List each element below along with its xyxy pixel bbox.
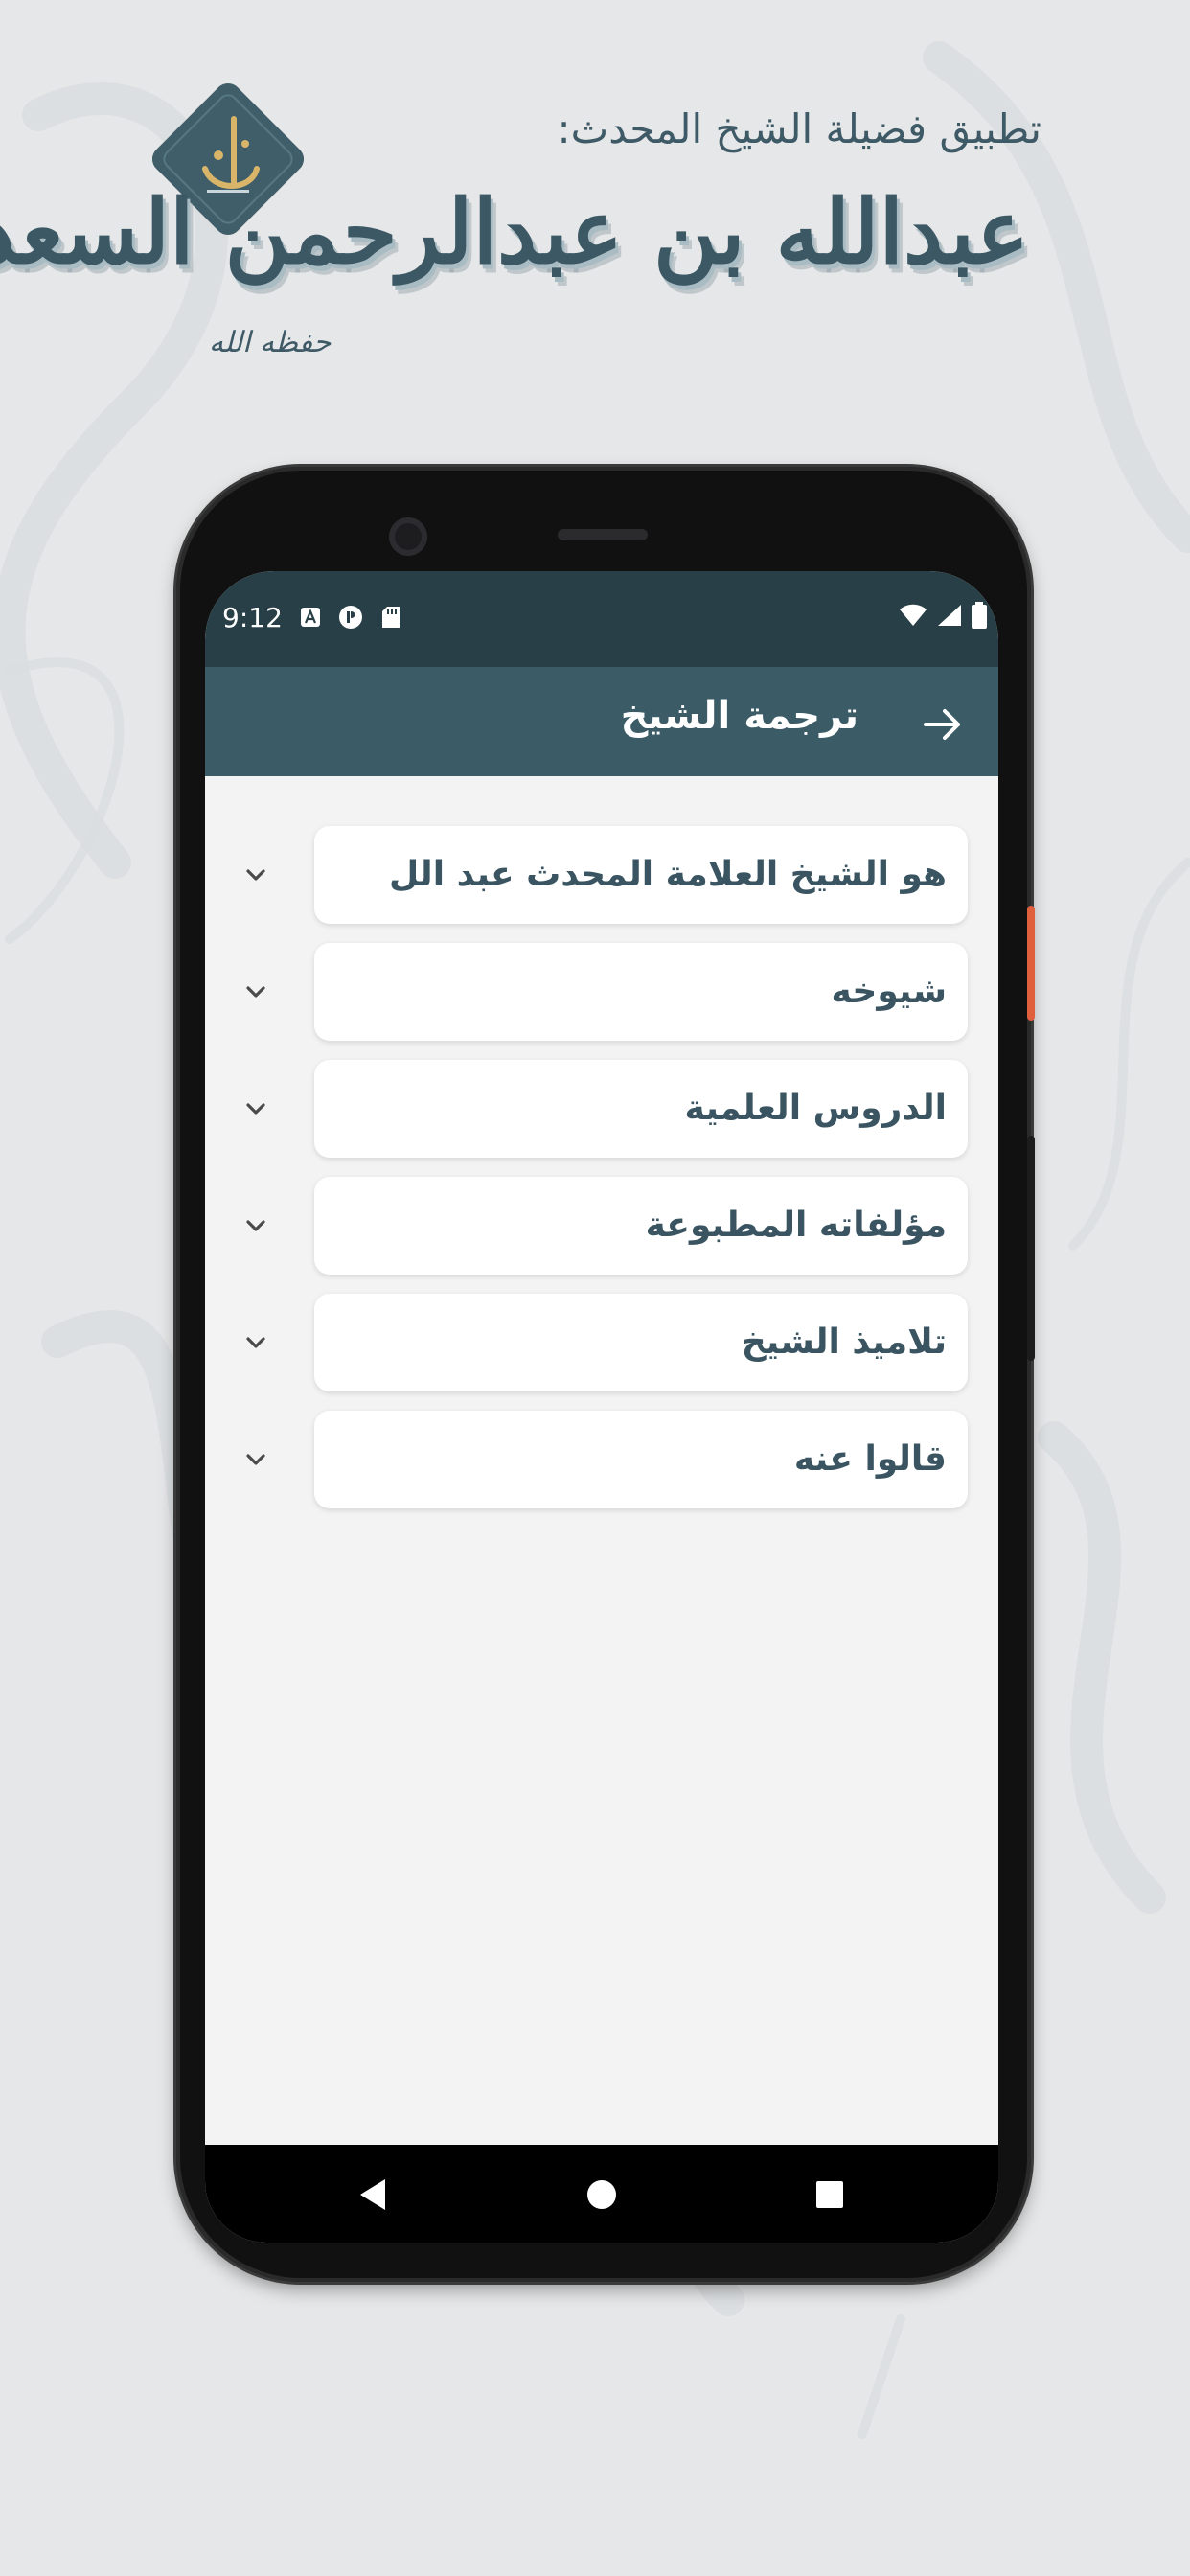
section-label: الدروس العلمية — [684, 1089, 948, 1128]
notification-icons — [297, 604, 404, 631]
section-label: شيوخه — [831, 972, 947, 1011]
list-item[interactable]: الدروس العلمية — [205, 1060, 998, 1158]
status-bar: 9:12 — [205, 571, 998, 667]
app-notification-icon — [337, 604, 364, 631]
status-time: 9:12 — [222, 602, 283, 633]
chevron-down-icon[interactable] — [240, 1094, 272, 1123]
arrow-forward-icon[interactable] — [922, 703, 964, 746]
app-bar: ترجمة الشيخ — [205, 667, 998, 776]
navigation-bar — [205, 2145, 998, 2242]
device-screen: 9:12 ترجمة الشيخ هو الشيخ العلامة المحدث… — [205, 571, 998, 2242]
promo-subtitle: تطبيق فضيلة الشيخ المحدث: — [557, 105, 1041, 152]
section-card[interactable]: هو الشيخ العلامة المحدث عبد الل — [314, 826, 968, 924]
section-card[interactable]: شيوخه — [314, 943, 968, 1041]
section-card[interactable]: الدروس العلمية — [314, 1060, 968, 1158]
promo-title: عبدالله بن عبدالرحمن السعد — [0, 180, 1030, 284]
earpiece-speaker — [558, 529, 648, 540]
nav-back-icon[interactable] — [353, 2174, 395, 2216]
cellular-signal-icon — [937, 604, 962, 631]
section-card[interactable]: مؤلفاته المطبوعة — [314, 1177, 968, 1275]
list-item[interactable]: قالوا عنه — [205, 1411, 998, 1508]
promo-honorific: حفظه الله — [209, 326, 332, 359]
sd-card-icon — [378, 604, 404, 631]
battery-icon — [972, 602, 987, 632]
chevron-down-icon[interactable] — [240, 1328, 272, 1357]
section-label: مؤلفاته المطبوعة — [645, 1206, 947, 1245]
chevron-down-icon[interactable] — [240, 978, 272, 1006]
nav-recents-icon[interactable] — [809, 2174, 851, 2216]
phone-power-button — [1027, 906, 1035, 1021]
sections-list: هو الشيخ العلامة المحدث عبد الل شيوخه ال… — [205, 776, 998, 2145]
list-item[interactable]: هو الشيخ العلامة المحدث عبد الل — [205, 826, 998, 924]
system-icons — [899, 602, 987, 632]
font-notification-icon — [297, 604, 324, 631]
chevron-down-icon[interactable] — [240, 1211, 272, 1240]
nav-home-icon[interactable] — [581, 2174, 623, 2216]
wifi-icon — [899, 604, 927, 631]
section-label: تلاميذ الشيخ — [741, 1322, 947, 1362]
section-card[interactable]: تلاميذ الشيخ — [314, 1294, 968, 1392]
list-item[interactable]: مؤلفاته المطبوعة — [205, 1177, 998, 1275]
front-camera — [389, 518, 427, 556]
chevron-down-icon[interactable] — [240, 1445, 272, 1474]
section-label: قالوا عنه — [793, 1439, 947, 1479]
chevron-down-icon[interactable] — [240, 861, 272, 889]
list-item[interactable]: شيوخه — [205, 943, 998, 1041]
section-card[interactable]: قالوا عنه — [314, 1411, 968, 1508]
page-title: ترجمة الشيخ — [620, 694, 858, 738]
phone-volume-button — [1027, 1136, 1035, 1361]
list-item[interactable]: تلاميذ الشيخ — [205, 1294, 998, 1392]
section-label: هو الشيخ العلامة المحدث عبد الل — [389, 855, 947, 894]
